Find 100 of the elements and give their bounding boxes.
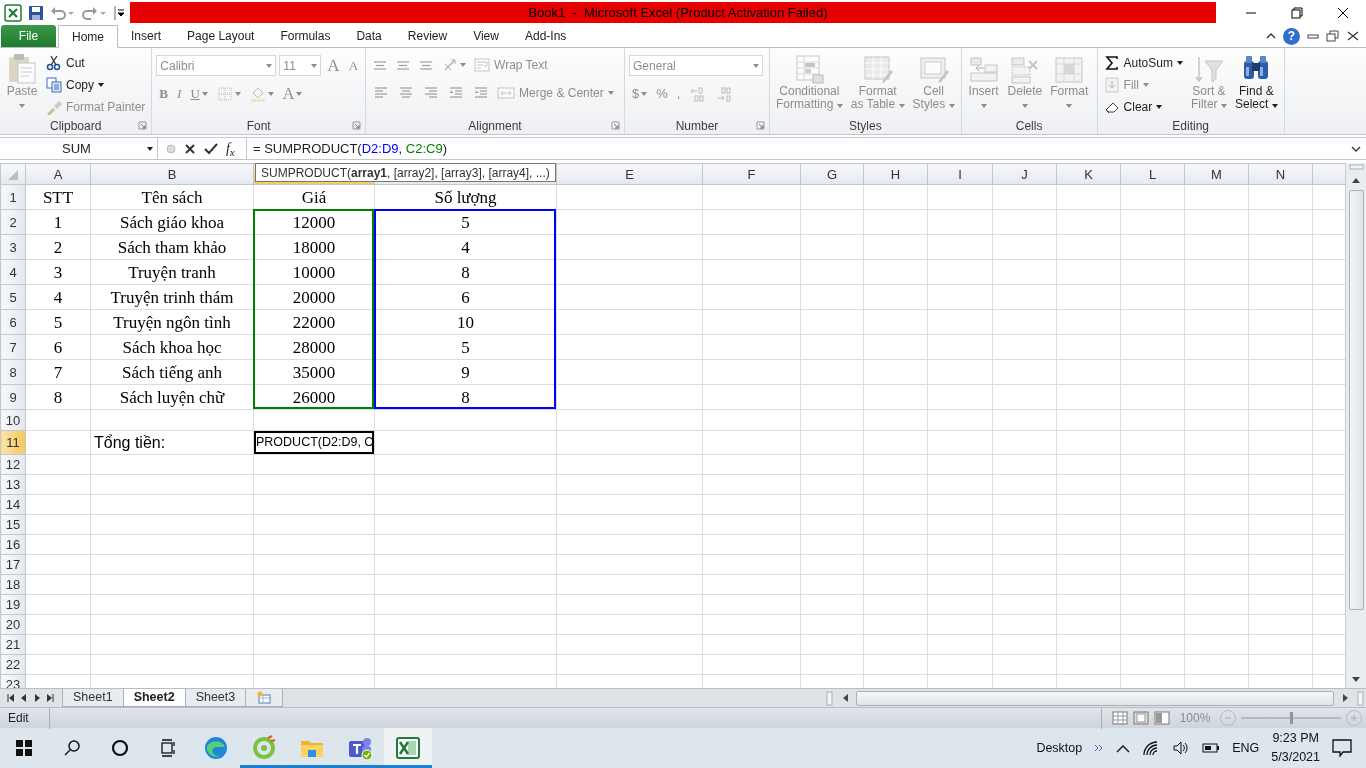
- column-header[interactable]: F: [702, 163, 801, 185]
- spreadsheet-cell[interactable]: 5: [374, 209, 557, 235]
- row-header[interactable]: 15: [0, 514, 26, 535]
- sheet-tab[interactable]: Sheet3: [184, 689, 247, 707]
- close-icon[interactable]: [1346, 30, 1360, 42]
- row-header[interactable]: 13: [0, 474, 26, 495]
- spreadsheet-cell[interactable]: 9: [374, 359, 557, 385]
- row-header[interactable]: 3: [0, 234, 26, 260]
- column-header[interactable]: J: [992, 163, 1057, 185]
- volume-icon[interactable]: [1172, 740, 1191, 756]
- spreadsheet-cell[interactable]: 8: [374, 384, 557, 410]
- column-header[interactable]: I: [927, 163, 993, 185]
- ribbon-tab[interactable]: Page Layout: [174, 25, 268, 47]
- ribbon-button[interactable]: Cut: [44, 53, 148, 73]
- scroll-thumb[interactable]: [856, 690, 1334, 706]
- desktop-toolbar-button[interactable]: Desktop: [1036, 738, 1083, 758]
- customize-icon[interactable]: [114, 4, 124, 21]
- row-header[interactable]: 8: [0, 359, 26, 385]
- row-header[interactable]: 14: [0, 494, 26, 515]
- column-header[interactable]: K: [1056, 163, 1121, 185]
- ribbon-button[interactable]: Copy: [44, 75, 148, 95]
- battery-icon[interactable]: [1202, 742, 1221, 754]
- row-header[interactable]: 7: [0, 334, 26, 360]
- spreadsheet-cell[interactable]: 5: [374, 334, 557, 360]
- editing-cell[interactable]: PRODUCT(D2:D9, C: [253, 430, 375, 455]
- row-header[interactable]: 6: [0, 309, 26, 335]
- spreadsheet-cell[interactable]: 8: [374, 259, 557, 285]
- dialog-launcher-icon[interactable]: [611, 121, 621, 130]
- spreadsheet-cell[interactable]: 1: [25, 209, 91, 235]
- dialog-launcher-icon[interactable]: [756, 121, 766, 130]
- column-header[interactable]: E: [556, 163, 703, 185]
- spreadsheet-cell[interactable]: 4: [25, 284, 91, 310]
- row-header[interactable]: 16: [0, 534, 26, 555]
- spreadsheet-cell[interactable]: Tên sách: [90, 184, 254, 210]
- column-header[interactable]: B: [90, 163, 254, 185]
- last-sheet-icon[interactable]: [45, 693, 55, 703]
- help-button[interactable]: ?: [1283, 27, 1300, 45]
- first-sheet-icon[interactable]: [6, 693, 16, 703]
- spreadsheet-cell[interactable]: 8: [25, 384, 91, 410]
- clock[interactable]: 9:23 PM 5/3/2021: [1271, 729, 1320, 767]
- app-icon[interactable]: [4, 3, 22, 22]
- notification-icon[interactable]: [1332, 739, 1352, 757]
- ribbon-tab[interactable]: View: [460, 25, 512, 47]
- column-header[interactable]: M: [1184, 163, 1249, 185]
- row-header[interactable]: 20: [0, 614, 26, 635]
- row-header[interactable]: 22: [0, 654, 26, 675]
- chevron-icon[interactable]: [1094, 744, 1105, 752]
- row-header[interactable]: 5: [0, 284, 26, 310]
- ribbon-tab[interactable]: Data: [343, 25, 395, 47]
- normal-view-icon[interactable]: [1112, 711, 1128, 725]
- column-header[interactable]: A: [25, 163, 91, 185]
- previous-sheet-icon[interactable]: [19, 693, 29, 703]
- next-sheet-icon[interactable]: [32, 693, 42, 703]
- scroll-thumb[interactable]: [1348, 190, 1364, 610]
- column-header[interactable]: H: [863, 163, 928, 185]
- row-header[interactable]: 9: [0, 384, 26, 410]
- spreadsheet-cell[interactable]: 6: [25, 334, 91, 360]
- spreadsheet-cell[interactable]: 3: [25, 259, 91, 285]
- row-header[interactable]: 10: [0, 409, 26, 431]
- split-handle-icon[interactable]: [826, 690, 833, 706]
- insert-sheet-button[interactable]: [245, 689, 284, 707]
- show-hidden-icons-icon[interactable]: [1116, 743, 1131, 753]
- file-tab[interactable]: File: [1, 25, 56, 47]
- spreadsheet-cell[interactable]: STT: [25, 184, 91, 210]
- spreadsheet-cell[interactable]: 2: [25, 234, 91, 260]
- row-header[interactable]: 18: [0, 574, 26, 595]
- ribbon-tab[interactable]: Insert: [118, 25, 175, 47]
- name-box[interactable]: SUM: [0, 138, 158, 159]
- page-break-icon[interactable]: [1154, 711, 1170, 725]
- column-header[interactable]: L: [1120, 163, 1185, 185]
- sheet-tab[interactable]: Sheet2: [122, 689, 186, 707]
- column-header[interactable]: N: [1248, 163, 1313, 185]
- row-header[interactable]: 17: [0, 554, 26, 575]
- dialog-launcher-icon[interactable]: [352, 121, 362, 130]
- ribbon-tab[interactable]: Review: [394, 25, 461, 47]
- row-header[interactable]: 1: [0, 184, 26, 210]
- row-header[interactable]: 11: [0, 430, 26, 455]
- spreadsheet-cell[interactable]: 4: [374, 234, 557, 260]
- formula-field[interactable]: = SUMPRODUCT(D2:D9, C2:C9): [246, 138, 1346, 159]
- spreadsheet-cell[interactable]: 5: [25, 309, 91, 335]
- page-layout-icon[interactable]: [1133, 711, 1149, 725]
- row-header[interactable]: 21: [0, 634, 26, 655]
- language-indicator[interactable]: ENG: [1232, 738, 1260, 758]
- ribbon-button[interactable]: AutoSum: [1101, 53, 1185, 73]
- redo-icon[interactable]: [82, 4, 108, 21]
- dialog-launcher-icon[interactable]: [138, 121, 148, 130]
- row-header[interactable]: 12: [0, 454, 26, 475]
- sheet-tab[interactable]: Sheet1: [62, 689, 124, 707]
- spreadsheet-cell[interactable]: 7: [25, 359, 91, 385]
- split-handle-icon[interactable]: [1357, 690, 1364, 706]
- ribbon-tab[interactable]: Formulas: [267, 25, 344, 47]
- ribbon-tab[interactable]: Home: [58, 25, 118, 48]
- ribbon-tab[interactable]: Add-Ins: [511, 25, 580, 47]
- row-header[interactable]: 2: [0, 209, 26, 235]
- row-header[interactable]: 4: [0, 259, 26, 285]
- spreadsheet-cell[interactable]: 10: [374, 309, 557, 335]
- taskbar-app-button[interactable]: [384, 728, 432, 768]
- spreadsheet-cell[interactable]: 6: [374, 284, 557, 310]
- restore-icon[interactable]: [1326, 30, 1340, 42]
- save-icon[interactable]: [28, 4, 44, 21]
